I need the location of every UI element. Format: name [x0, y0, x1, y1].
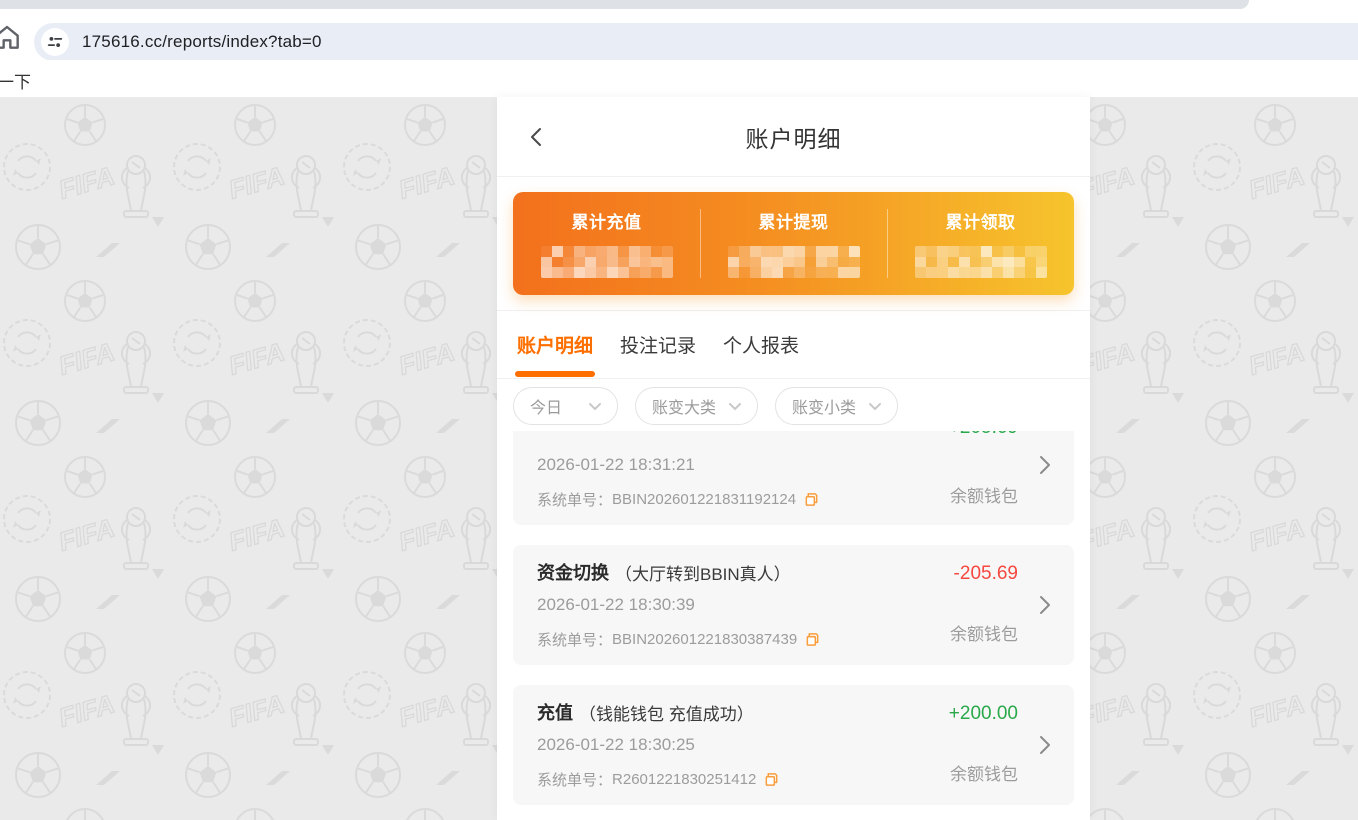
transaction-datetime: 2026-01-22 18:30:39 — [537, 595, 924, 617]
summary-total-claim: 累计领取 — [887, 192, 1074, 295]
copy-icon[interactable] — [764, 772, 779, 787]
filter-major-category-dropdown[interactable]: 账变大类 — [635, 387, 758, 425]
url-text: 175616.cc/reports/index?tab=0 — [82, 32, 322, 52]
summary-section: 累计充值 累计提现 累计领取 — [497, 177, 1090, 311]
chevron-right-icon[interactable] — [1032, 453, 1056, 482]
chevron-down-icon — [868, 402, 882, 411]
chevron-right-icon[interactable] — [1032, 733, 1056, 762]
transaction-desc: （钱能钱包 充值成功） — [579, 700, 754, 725]
transaction-card[interactable]: 2026-01-22 18:31:21 系统单号： BBIN2026012218… — [513, 431, 1074, 525]
summary-label: 累计领取 — [887, 208, 1074, 233]
transaction-datetime: 2026-01-22 18:30:25 — [537, 735, 924, 757]
copy-icon[interactable] — [805, 632, 820, 647]
home-icon[interactable] — [0, 21, 23, 53]
order-label: 系统单号： — [537, 489, 612, 510]
masked-amount — [728, 246, 860, 278]
chevron-down-icon — [728, 402, 742, 411]
summary-card: 累计充值 累计提现 累计领取 — [513, 192, 1074, 295]
copy-icon[interactable] — [804, 492, 819, 507]
transaction-wallet: 余额钱包 — [950, 620, 1018, 645]
browser-toolbar: 175616.cc/reports/index?tab=0 — [0, 9, 1358, 60]
transaction-list: 2026-01-22 18:31:21 系统单号： BBIN2026012218… — [497, 431, 1090, 818]
panel-header: 账户明细 — [497, 97, 1090, 177]
transaction-desc: （大厅转到BBIN真人） — [615, 560, 791, 585]
transaction-amount: +205.69 — [949, 431, 1018, 439]
browser-tab-strip — [0, 0, 1249, 9]
summary-total-withdraw: 累计提现 — [700, 192, 887, 295]
transaction-amount: +200.00 — [949, 703, 1018, 725]
transaction-wallet: 余额钱包 — [950, 482, 1018, 507]
page-title: 账户明细 — [746, 120, 842, 154]
transaction-amount: -205.69 — [954, 563, 1018, 585]
browser-window: 175616.cc/reports/index?tab=0 一下 — [0, 0, 1358, 820]
order-number: R2601221830251412 — [612, 771, 756, 788]
summary-label: 累计充值 — [513, 208, 700, 233]
transaction-card[interactable]: 充值 （钱能钱包 充值成功） 2026-01-22 18:30:25 系统单号：… — [513, 685, 1074, 805]
chevron-right-icon[interactable] — [1032, 593, 1056, 622]
masked-amount — [915, 246, 1047, 278]
summary-total-deposit: 累计充值 — [513, 192, 700, 295]
filter-label: 今日 — [530, 394, 562, 418]
back-icon[interactable] — [523, 123, 551, 151]
filter-label: 账变小类 — [792, 394, 856, 418]
order-number: BBIN202601221830387439 — [612, 631, 797, 648]
filter-date-dropdown[interactable]: 今日 — [513, 387, 618, 425]
bookmark-item[interactable]: 一下 — [0, 68, 31, 93]
summary-label: 累计提现 — [700, 208, 887, 233]
order-label: 系统单号： — [537, 769, 612, 790]
filter-row: 今日 账变大类 账变小类 — [497, 379, 1090, 431]
transaction-card[interactable]: 资金切换 （大厅转到BBIN真人） 2026-01-22 18:30:39 系统… — [513, 545, 1074, 665]
tab-bet-records[interactable]: 投注记录 — [620, 331, 696, 358]
tabs-row: 账户明细 投注记录 个人报表 — [497, 311, 1090, 379]
transaction-name: 充值 — [537, 699, 573, 725]
tab-personal-report[interactable]: 个人报表 — [723, 331, 799, 358]
masked-amount — [541, 246, 673, 278]
address-bar[interactable]: 175616.cc/reports/index?tab=0 — [34, 23, 1358, 61]
filter-minor-category-dropdown[interactable]: 账变小类 — [775, 387, 898, 425]
transaction-wallet: 余额钱包 — [950, 760, 1018, 785]
active-tab-underline — [515, 371, 595, 377]
filter-label: 账变大类 — [652, 394, 716, 418]
chevron-down-icon — [588, 402, 602, 411]
transaction-name: 资金切换 — [537, 559, 609, 585]
bookmarks-bar: 一下 — [0, 60, 1358, 97]
account-detail-panel: 账户明细 累计充值 累计提现 累计领取 账户明细 投注记录 — [497, 97, 1090, 820]
order-label: 系统单号： — [537, 629, 612, 650]
site-info-icon[interactable] — [41, 28, 69, 56]
order-number: BBIN202601221831192124 — [612, 491, 796, 508]
transaction-datetime: 2026-01-22 18:31:21 — [537, 455, 924, 477]
tab-account-detail[interactable]: 账户明细 — [517, 331, 593, 358]
